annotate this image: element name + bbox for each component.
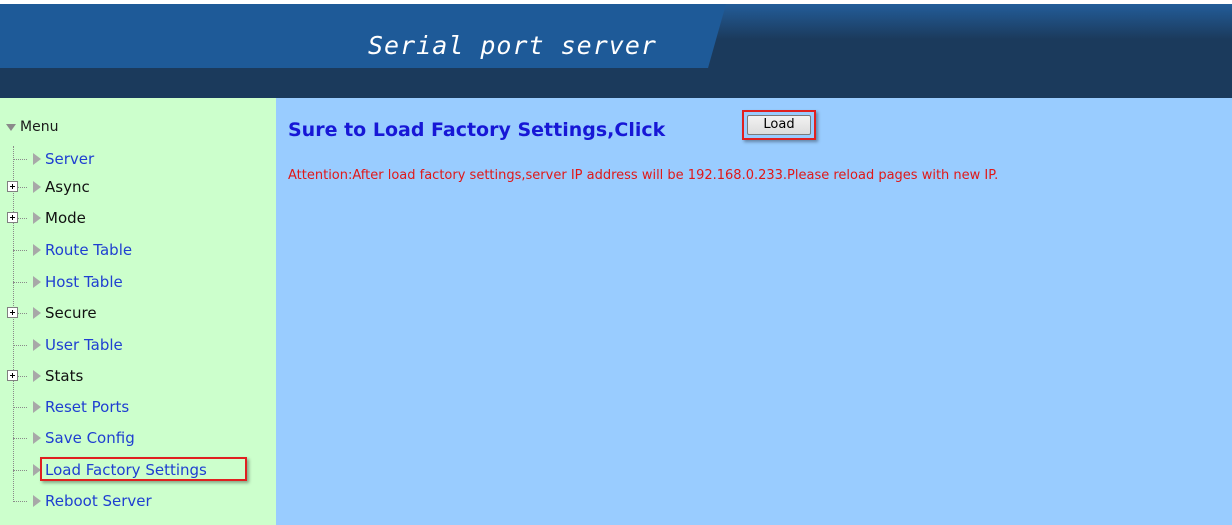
sidebar-item-user-table[interactable]: User Table xyxy=(0,334,270,356)
attention-message: Attention:After load factory settings,se… xyxy=(288,168,999,183)
sidebar-item-reboot-server[interactable]: Reboot Server xyxy=(0,490,270,512)
sidebar-item-label[interactable]: User Table xyxy=(45,335,123,355)
sidebar-item-stats[interactable]: Stats xyxy=(0,365,270,387)
sidebar-item-host-table[interactable]: Host Table xyxy=(0,271,270,293)
sidebar-item-label[interactable]: Load Factory Settings xyxy=(45,460,207,480)
triangle-right-icon xyxy=(33,181,41,193)
sidebar-item-label[interactable]: Secure xyxy=(45,303,97,323)
expand-plus-icon[interactable] xyxy=(7,307,18,318)
sidebar-item-label[interactable]: Mode xyxy=(45,208,86,228)
header-band xyxy=(0,68,1232,98)
expand-plus-icon[interactable] xyxy=(7,181,18,192)
sidebar-item-save-config[interactable]: Save Config xyxy=(0,427,270,449)
sidebar-item-route-table[interactable]: Route Table xyxy=(0,239,270,261)
triangle-right-icon xyxy=(33,370,41,382)
triangle-right-icon xyxy=(33,464,41,476)
load-button-highlight: Load xyxy=(742,110,816,140)
sidebar-item-label[interactable]: Route Table xyxy=(45,240,132,260)
tree-connector xyxy=(13,282,27,283)
load-button[interactable]: Load xyxy=(747,115,811,135)
tree-connector xyxy=(13,345,27,346)
app-title: Serial port server xyxy=(368,31,657,60)
triangle-right-icon xyxy=(33,432,41,444)
sidebar-item-label[interactable]: Reboot Server xyxy=(45,491,152,511)
triangle-right-icon xyxy=(33,244,41,256)
tree-connector xyxy=(13,250,27,251)
sidebar-item-label[interactable]: Save Config xyxy=(45,428,135,448)
expand-plus-icon[interactable] xyxy=(7,370,18,381)
main-content: Sure to Load Factory Settings,Click Load… xyxy=(276,98,1232,525)
header-banner-dark-panel xyxy=(708,4,1232,68)
triangle-right-icon xyxy=(33,276,41,288)
tree-connector xyxy=(13,407,27,408)
triangle-right-icon xyxy=(33,339,41,351)
sidebar-item-load-factory-settings[interactable]: Load Factory Settings xyxy=(0,457,270,481)
sidebar-item-label[interactable]: Stats xyxy=(45,366,83,386)
triangle-right-icon xyxy=(33,401,41,413)
expand-plus-icon[interactable] xyxy=(7,212,18,223)
triangle-right-icon xyxy=(33,153,41,165)
triangle-right-icon xyxy=(33,307,41,319)
page-heading: Sure to Load Factory Settings,Click xyxy=(288,119,666,141)
sidebar-item-mode[interactable]: Mode xyxy=(0,207,270,229)
tree-connector xyxy=(13,501,27,502)
sidebar-item-async[interactable]: Async xyxy=(0,176,270,198)
tree-connector xyxy=(13,438,27,439)
page: Serial port server Menu Server Async Mod… xyxy=(0,0,1232,525)
sidebar-item-label[interactable]: Async xyxy=(45,177,90,197)
sidebar-item-label[interactable]: Server xyxy=(45,149,94,169)
sidebar-item-label[interactable]: Reset Ports xyxy=(45,397,129,417)
menu-root-label: Menu xyxy=(20,119,59,135)
sidebar-menu: Menu Server Async Mode Route Table Host … xyxy=(0,98,276,525)
tree-connector xyxy=(13,470,27,471)
collapse-triangle-icon xyxy=(6,123,16,131)
sidebar-item-label[interactable]: Host Table xyxy=(45,272,123,292)
triangle-right-icon xyxy=(33,212,41,224)
triangle-right-icon xyxy=(33,495,41,507)
sidebar-item-secure[interactable]: Secure xyxy=(0,302,270,324)
menu-root[interactable]: Menu xyxy=(6,117,58,137)
sidebar-item-server[interactable]: Server xyxy=(0,148,270,170)
sidebar-item-reset-ports[interactable]: Reset Ports xyxy=(0,396,270,418)
tree-connector xyxy=(13,159,27,160)
